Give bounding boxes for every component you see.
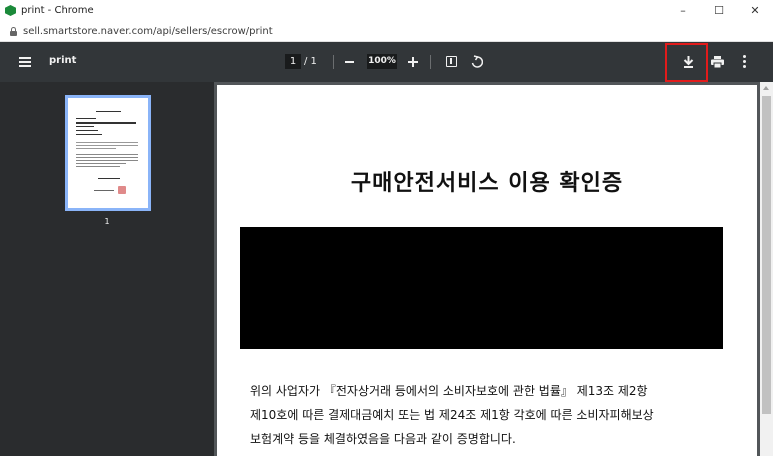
- zoom-in-icon[interactable]: [406, 55, 420, 69]
- thumb-line: [76, 145, 138, 146]
- print-icon[interactable]: [711, 56, 724, 68]
- download-icon[interactable]: [683, 55, 694, 69]
- page-thumbnail[interactable]: [65, 95, 151, 211]
- thumb-line: [76, 154, 138, 155]
- thumb-line: [76, 148, 116, 149]
- thumb-line: [76, 166, 120, 167]
- fit-page-icon[interactable]: [446, 56, 457, 67]
- thumb-line: [98, 178, 120, 179]
- thumb-title-line: [96, 111, 121, 112]
- thumb-line: [76, 126, 94, 127]
- vertical-scrollbar[interactable]: [760, 82, 773, 456]
- toolbar-divider: [430, 55, 431, 69]
- scroll-up-arrow-icon[interactable]: [763, 86, 769, 90]
- document-page: 구매안전서비스 이용 확인증 위의 사업자가 『전자상거래 등에서의 소비자보호…: [217, 85, 757, 456]
- thumb-line: [76, 134, 102, 135]
- window-controls: – ☐ ✕: [665, 0, 773, 21]
- close-button[interactable]: ✕: [737, 0, 773, 21]
- paragraph-line: 제10호에 따른 결제대금예치 또는 법 제24조 제1항 각호에 따른 소비자…: [250, 408, 654, 422]
- thumb-line: [76, 160, 138, 161]
- thumb-stamp: [118, 186, 126, 194]
- minimize-button[interactable]: –: [665, 0, 701, 21]
- page-number-input[interactable]: 1: [285, 54, 301, 69]
- zoom-level-input[interactable]: 100%: [367, 54, 397, 69]
- thumbnail-sidebar: 1: [0, 82, 214, 456]
- maximize-button[interactable]: ☐: [701, 0, 737, 21]
- scrollbar-thumb[interactable]: [762, 96, 771, 414]
- toolbar-divider: [333, 55, 334, 69]
- document-title: 구매안전서비스 이용 확인증: [350, 171, 624, 196]
- lock-icon[interactable]: [10, 26, 17, 36]
- page-count: / 1: [304, 56, 317, 67]
- document-paragraph: 위의 사업자가 『전자상거래 등에서의 소비자보호에 관한 법률』 제13조 제…: [250, 379, 730, 451]
- document-name: print: [49, 55, 77, 66]
- url-text[interactable]: sell.smartstore.naver.com/api/sellers/es…: [23, 26, 273, 37]
- thumb-line: [76, 122, 136, 124]
- pdf-toolbar: print 1 / 1 100%: [0, 42, 773, 82]
- thumbnail-page-number: 1: [104, 217, 110, 226]
- redacted-block: [240, 227, 723, 349]
- paragraph-line: 위의 사업자가 『전자상거래 등에서의 소비자보호에 관한 법률』 제13조 제…: [250, 384, 648, 398]
- window-titlebar: print - Chrome – ☐ ✕: [0, 0, 773, 21]
- rotate-icon[interactable]: [470, 55, 483, 68]
- thumb-line: [76, 118, 96, 119]
- thumb-line: [94, 190, 114, 191]
- menu-icon[interactable]: [19, 57, 31, 67]
- thumb-line: [76, 130, 98, 131]
- paragraph-line: 보험계약 등을 체결하였음을 다음과 같이 증명합니다.: [250, 432, 516, 446]
- thumb-line: [76, 142, 138, 143]
- more-options-icon[interactable]: [743, 55, 747, 69]
- window-title: print - Chrome: [21, 5, 94, 16]
- chrome-app-icon: [5, 5, 16, 16]
- zoom-out-icon[interactable]: [345, 61, 354, 63]
- thumb-line: [76, 157, 138, 158]
- thumb-line: [76, 163, 126, 164]
- address-bar[interactable]: sell.smartstore.naver.com/api/sellers/es…: [0, 21, 773, 42]
